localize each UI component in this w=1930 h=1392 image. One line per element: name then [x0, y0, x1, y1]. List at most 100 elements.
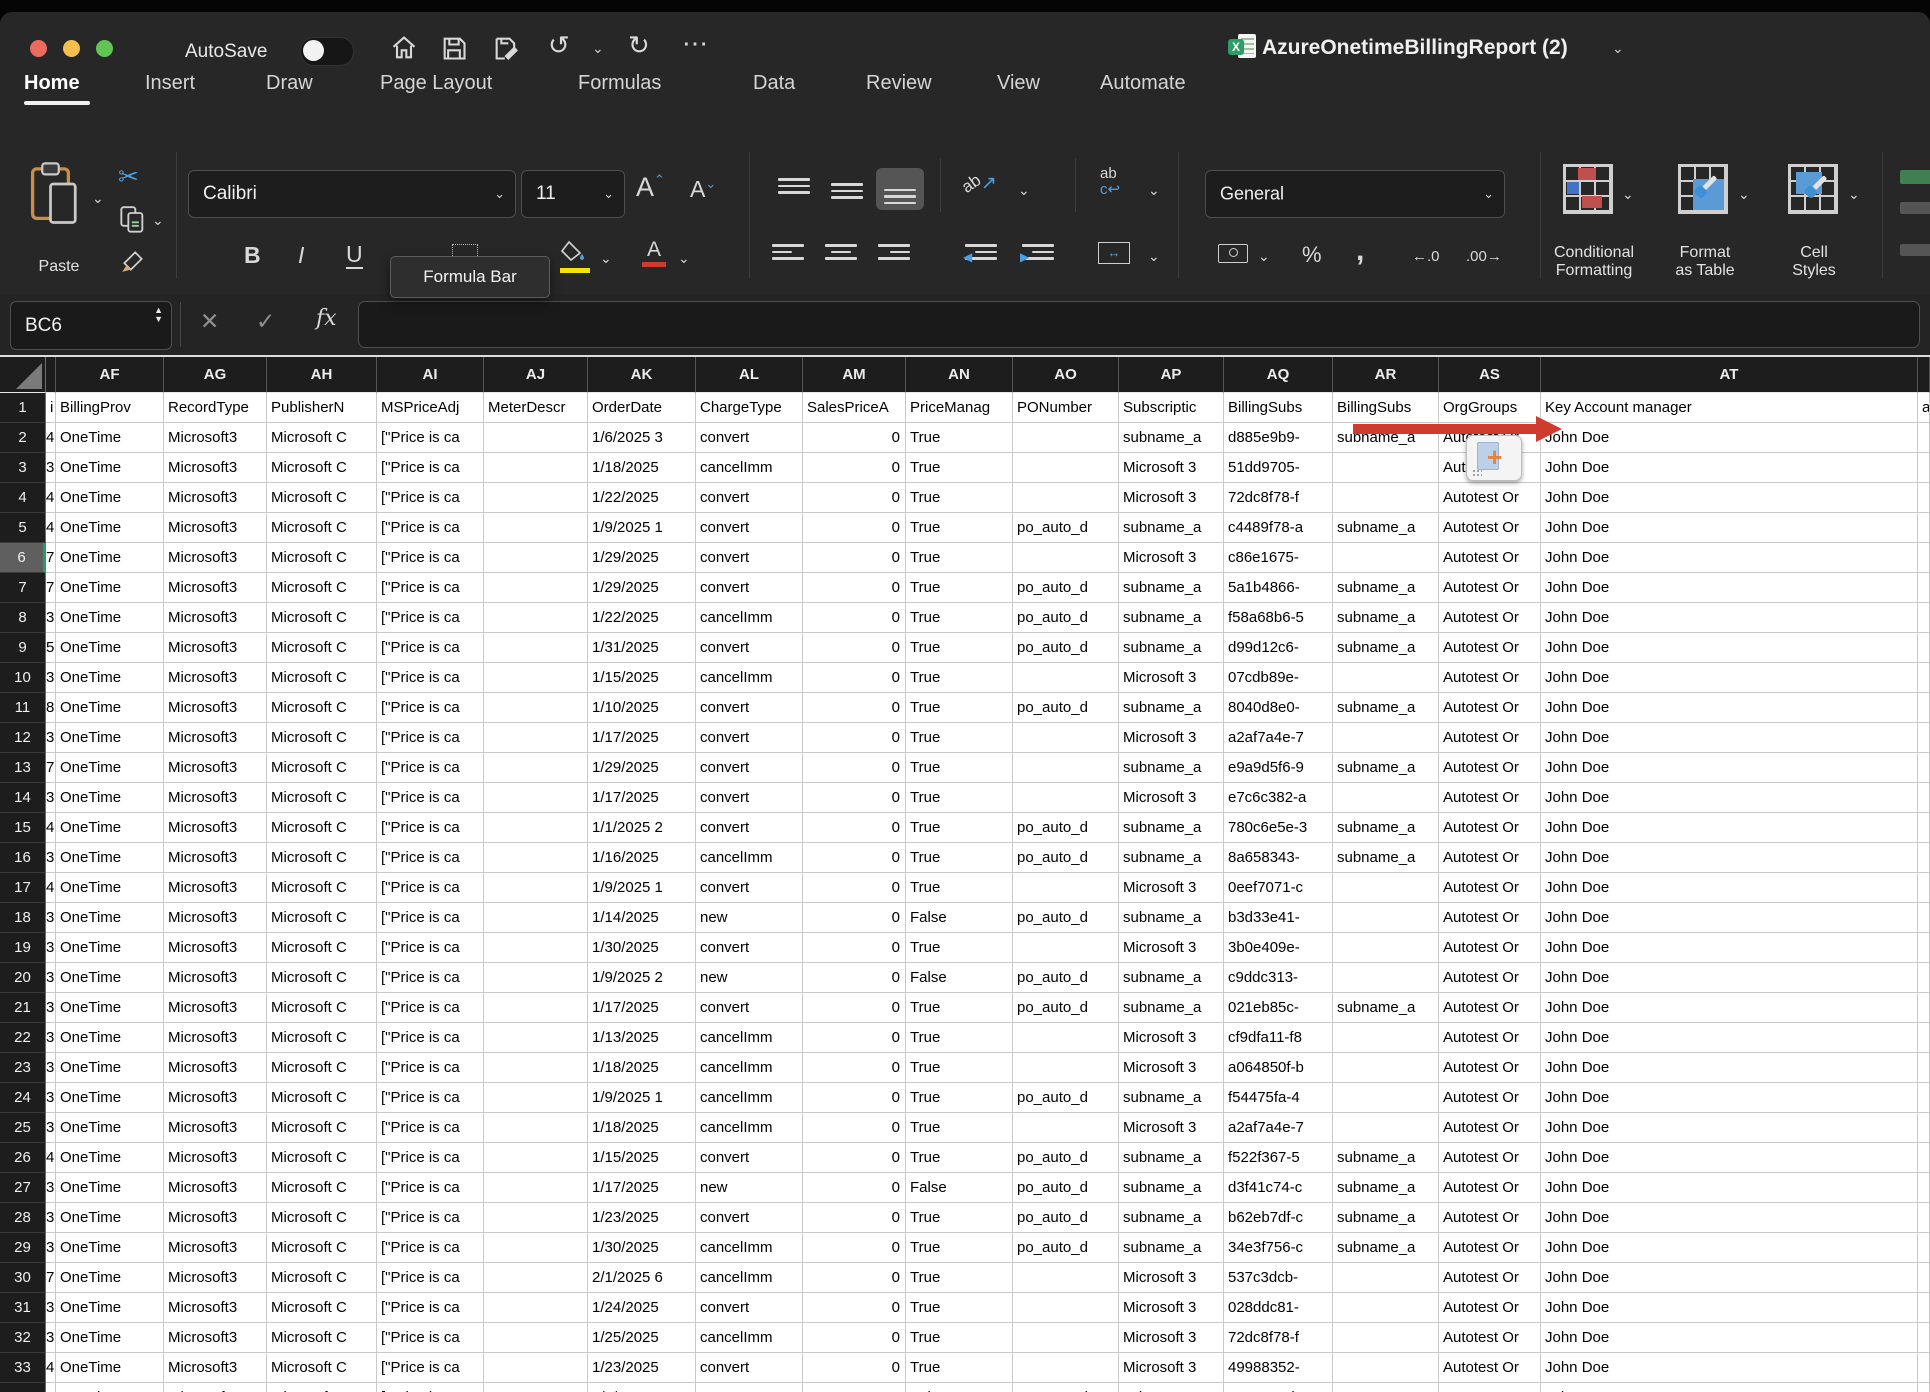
formula-input[interactable] — [358, 301, 1920, 348]
increase-decimal-icon[interactable]: ←.0 — [1412, 248, 1440, 265]
cell-AJ25[interactable] — [484, 1113, 588, 1143]
cell-AI25[interactable]: ["Price is ca — [377, 1113, 484, 1143]
cell-AG7[interactable]: Microsoft3 — [164, 573, 267, 603]
cell-AF33[interactable]: OneTime — [56, 1353, 164, 1383]
cell-AR5[interactable]: subname_a — [1333, 513, 1439, 543]
cell-AQ5[interactable]: c4489f78-a — [1224, 513, 1333, 543]
row-header-6[interactable]: 6 — [0, 543, 46, 573]
cell-AT2[interactable]: John Doe — [1541, 423, 1918, 453]
cell-AI15[interactable]: ["Price is ca — [377, 813, 484, 843]
cell-AK4[interactable]: 1/22/2025 — [588, 483, 696, 513]
cell-AQ23[interactable]: a064850f-b — [1224, 1053, 1333, 1083]
format-as-table-chevron-icon[interactable]: ⌄ — [1738, 186, 1750, 203]
insert-cells-icon-partial[interactable] — [1900, 170, 1930, 184]
cell-AI16[interactable]: ["Price is ca — [377, 843, 484, 873]
row-header-30[interactable]: 30 — [0, 1263, 46, 1293]
cell-AG33[interactable]: Microsoft3 — [164, 1353, 267, 1383]
cell-au2[interactable] — [1918, 423, 1930, 453]
cell-AT27[interactable]: John Doe — [1541, 1173, 1918, 1203]
name-box[interactable]: BC6 ▲▼ — [10, 301, 172, 350]
cell-AN22[interactable]: True — [906, 1023, 1013, 1053]
cell-AJ1[interactable]: MeterDescr — [484, 393, 588, 423]
cell-AF20[interactable]: OneTime — [56, 963, 164, 993]
cell-AN27[interactable]: False — [906, 1173, 1013, 1203]
cell-ae31[interactable]: 3 — [46, 1293, 56, 1323]
cell-AR24[interactable] — [1333, 1083, 1439, 1113]
cell-AG8[interactable]: Microsoft3 — [164, 603, 267, 633]
cell-AH31[interactable]: Microsoft C — [267, 1293, 377, 1323]
cell-AG26[interactable]: Microsoft3 — [164, 1143, 267, 1173]
cell-AJ6[interactable] — [484, 543, 588, 573]
cell-AM6[interactable]: 0 — [803, 543, 906, 573]
cell-AI14[interactable]: ["Price is ca — [377, 783, 484, 813]
cell-AN33[interactable]: True — [906, 1353, 1013, 1383]
format-as-table-icon[interactable] — [1678, 164, 1728, 214]
cell-AK26[interactable]: 1/15/2025 — [588, 1143, 696, 1173]
cell-AS14[interactable]: Autotest Or — [1439, 783, 1541, 813]
cell-au19[interactable] — [1918, 933, 1930, 963]
cell-au24[interactable] — [1918, 1083, 1930, 1113]
orientation-chevron-icon[interactable]: ⌄ — [1018, 182, 1030, 199]
cell-au9[interactable] — [1918, 633, 1930, 663]
cell-AI21[interactable]: ["Price is ca — [377, 993, 484, 1023]
cell-AG10[interactable]: Microsoft3 — [164, 663, 267, 693]
cell-AN28[interactable]: True — [906, 1203, 1013, 1233]
cell-AQ33[interactable]: 49988352- — [1224, 1353, 1333, 1383]
cell-AO23[interactable] — [1013, 1053, 1119, 1083]
cell-AI32[interactable]: ["Price is ca — [377, 1323, 484, 1353]
cell-AJ15[interactable] — [484, 813, 588, 843]
cell-AL31[interactable]: convert — [696, 1293, 803, 1323]
cell-AO18[interactable]: po_auto_d — [1013, 903, 1119, 933]
cell-AI31[interactable]: ["Price is ca — [377, 1293, 484, 1323]
cell-au22[interactable] — [1918, 1023, 1930, 1053]
wrap-text-chevron-icon[interactable]: ⌄ — [1148, 182, 1160, 199]
cell-AR16[interactable]: subname_a — [1333, 843, 1439, 873]
cell-AM14[interactable]: 0 — [803, 783, 906, 813]
cell-AG32[interactable]: Microsoft3 — [164, 1323, 267, 1353]
cell-AG11[interactable]: Microsoft3 — [164, 693, 267, 723]
cell-AN9[interactable]: True — [906, 633, 1013, 663]
cell-AJ27[interactable] — [484, 1173, 588, 1203]
cell-AI11[interactable]: ["Price is ca — [377, 693, 484, 723]
cell-AG27[interactable]: Microsoft3 — [164, 1173, 267, 1203]
align-center-icon[interactable] — [825, 244, 857, 270]
cell-AN4[interactable]: True — [906, 483, 1013, 513]
cell-AP28[interactable]: subname_a — [1119, 1203, 1224, 1233]
cell-AS10[interactable]: Autotest Or — [1439, 663, 1541, 693]
cell-AN21[interactable]: True — [906, 993, 1013, 1023]
cell-AO6[interactable] — [1013, 543, 1119, 573]
row-header-27[interactable]: 27 — [0, 1173, 46, 1203]
cell-AL8[interactable]: cancelImm — [696, 603, 803, 633]
cell-AO33[interactable] — [1013, 1353, 1119, 1383]
cell-AQ1[interactable]: BillingSubs — [1224, 393, 1333, 423]
cell-AJ31[interactable] — [484, 1293, 588, 1323]
cell-AS5[interactable]: Autotest Or — [1439, 513, 1541, 543]
cell-AK24[interactable]: 1/9/2025 1 — [588, 1083, 696, 1113]
cell-AT32[interactable]: John Doe — [1541, 1323, 1918, 1353]
conditional-formatting-icon[interactable] — [1563, 164, 1613, 214]
cell-AR22[interactable] — [1333, 1023, 1439, 1053]
row-header-22[interactable]: 22 — [0, 1023, 46, 1053]
cell-AS12[interactable]: Autotest Or — [1439, 723, 1541, 753]
align-top-icon[interactable] — [772, 172, 816, 210]
cell-AO27[interactable]: po_auto_d — [1013, 1173, 1119, 1203]
cell-AT1[interactable]: Key Account manager — [1541, 393, 1918, 423]
cell-au3[interactable] — [1918, 453, 1930, 483]
cell-AM33[interactable]: 0 — [803, 1353, 906, 1383]
cell-AO5[interactable]: po_auto_d — [1013, 513, 1119, 543]
cell-AP25[interactable]: Microsoft 3 — [1119, 1113, 1224, 1143]
cell-AM34[interactable]: 0 — [803, 1383, 906, 1392]
bold-button[interactable]: B — [244, 242, 261, 269]
cell-AN15[interactable]: True — [906, 813, 1013, 843]
cell-ae13[interactable]: 7 — [46, 753, 56, 783]
cell-AH32[interactable]: Microsoft C — [267, 1323, 377, 1353]
cell-AJ24[interactable] — [484, 1083, 588, 1113]
cell-AN20[interactable]: False — [906, 963, 1013, 993]
cell-AQ24[interactable]: f54475fa-4 — [1224, 1083, 1333, 1113]
cell-AP23[interactable]: Microsoft 3 — [1119, 1053, 1224, 1083]
cell-AJ32[interactable] — [484, 1323, 588, 1353]
cell-AF13[interactable]: OneTime — [56, 753, 164, 783]
cell-AF23[interactable]: OneTime — [56, 1053, 164, 1083]
cell-au34[interactable] — [1918, 1383, 1930, 1392]
cell-AP20[interactable]: subname_a — [1119, 963, 1224, 993]
